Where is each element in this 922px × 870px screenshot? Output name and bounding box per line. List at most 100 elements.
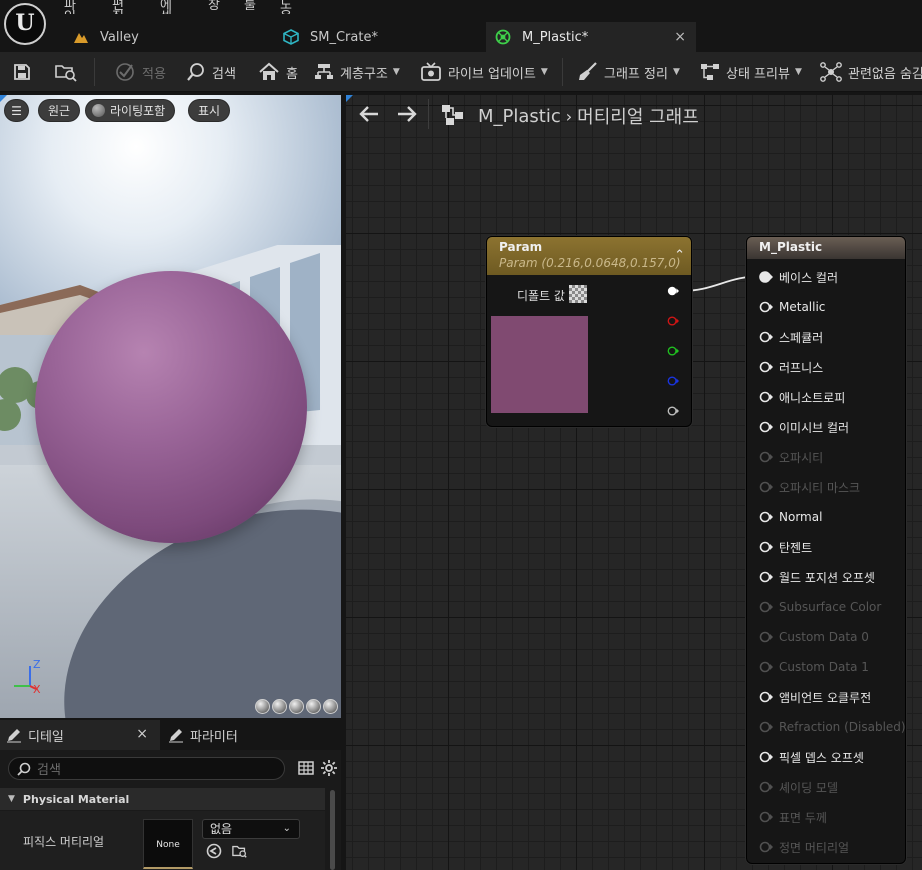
graph-cleanup-dropdown[interactable]: 그래프 정리 ▼ [578, 52, 680, 92]
apply-button[interactable]: 적용 [114, 52, 166, 92]
output-pin-r[interactable] [667, 315, 679, 327]
close-tab-icon[interactable]: × [674, 29, 686, 45]
material-input-row[interactable]: 탄젠트 [759, 537, 812, 557]
material-input-row[interactable]: 러프니스 [759, 357, 823, 377]
menu-help[interactable]: 도움말 [280, 0, 292, 14]
material-input-row[interactable]: 스페큘러 [759, 327, 823, 347]
cube-preview-icon[interactable] [306, 699, 321, 714]
input-pin-icon[interactable] [759, 331, 773, 343]
collapse-chevron-up-icon[interactable]: ⌃ [674, 248, 685, 263]
material-graph-canvas[interactable]: M_Plastic › 머티리얼 그래프 Param Param (0.216,… [346, 95, 922, 870]
material-input-row[interactable]: 앰비언트 오클루전 [759, 687, 871, 707]
unreal-logo-icon[interactable]: U [4, 3, 46, 45]
input-pin-icon[interactable] [759, 271, 773, 283]
input-pin-icon [759, 721, 773, 733]
input-pin-icon[interactable] [759, 361, 773, 373]
input-pin-icon[interactable] [759, 571, 773, 583]
details-scrollbar[interactable] [328, 788, 338, 870]
plane-preview-icon[interactable] [289, 699, 304, 714]
close-tab-icon[interactable]: × [136, 726, 148, 742]
perspective-button[interactable]: 원근 [38, 99, 81, 122]
node-tree-icon [701, 64, 719, 80]
material-input-row[interactable]: 월드 포지션 오프셋 [759, 567, 875, 587]
lighting-mode-button[interactable]: 라이팅포함 [85, 99, 176, 122]
hide-unrelated-button[interactable]: 관련없음 숨김 [820, 52, 922, 92]
menu-tools[interactable]: 툴 [244, 0, 256, 14]
input-pin-icon [759, 451, 773, 463]
material-input-row[interactable]: 이미시브 컬러 [759, 417, 849, 437]
tab-parameters[interactable]: 파라미터 [166, 720, 336, 750]
param-node[interactable]: Param Param (0.216,0.0648,0.157,0) ⌃ 디폴트… [486, 236, 692, 427]
tab-sm-crate[interactable]: SM_Crate* [274, 22, 484, 52]
cylinder-preview-icon[interactable] [255, 699, 270, 714]
output-pin-rgb[interactable] [667, 285, 679, 297]
viewport-options-button[interactable]: ☰ [4, 99, 29, 122]
input-pin-icon[interactable] [759, 421, 773, 433]
menu-file[interactable]: 파일 [64, 0, 76, 14]
input-pin-icon[interactable] [759, 541, 773, 553]
save-button[interactable] [12, 52, 38, 92]
material-input-row: 오파시티 마스크 [759, 477, 860, 497]
physics-material-dropdown[interactable]: 없음 ⌄ [202, 819, 300, 839]
tab-m-plastic[interactable]: M_Plastic* × [486, 22, 696, 52]
live-update-dropdown[interactable]: 라이브 업데이트 ▼ [420, 52, 548, 92]
use-selected-asset-icon[interactable] [206, 843, 222, 859]
material-node-header[interactable]: M_Plastic [747, 237, 905, 259]
material-input-row[interactable]: 애니소트로피 [759, 387, 845, 407]
state-preview-dropdown[interactable]: 상태 프리뷰 ▼ [700, 52, 802, 92]
hierarchy-dropdown[interactable]: 계층구조 ▼ [314, 52, 400, 92]
output-pin-a[interactable] [667, 405, 679, 417]
hamburger-menu-icon: ☰ [11, 103, 22, 118]
material-input-label: Subsurface Color [779, 600, 882, 614]
material-input-row[interactable]: Metallic [759, 297, 825, 317]
input-pin-icon[interactable] [759, 751, 773, 763]
material-input-row[interactable]: 베이스 컬러 [759, 267, 838, 287]
material-result-node[interactable]: M_Plastic 베이스 컬러 Metallic 스페큘러러프니스애니소트로피이미… [746, 236, 906, 864]
save-icon [14, 64, 30, 80]
output-pin-b[interactable] [667, 375, 679, 387]
color-picker-swatch[interactable] [569, 285, 587, 303]
settings-gear-icon[interactable] [320, 759, 338, 777]
input-pin-icon[interactable] [759, 691, 773, 703]
output-pin-g[interactable] [667, 345, 679, 357]
hierarchy-label: 계층구조 [340, 66, 388, 82]
table-view-icon[interactable] [297, 759, 315, 777]
material-input-row[interactable]: 픽셀 뎁스 오프셋 [759, 747, 864, 767]
material-input-label: 러프니스 [779, 360, 824, 375]
preview-shape-buttons [255, 699, 338, 714]
input-pin-icon[interactable] [759, 391, 773, 403]
search-label: 검색 [212, 66, 236, 82]
apply-label: 적용 [142, 66, 166, 82]
static-mesh-icon [282, 28, 300, 46]
material-input-label: 월드 포지션 오프셋 [779, 570, 875, 585]
menu-edit[interactable]: 편집 [112, 0, 124, 14]
menu-window[interactable]: 창 [208, 0, 220, 14]
toolbar: 적용 검색 홈 계층구조 ▼ 라이브 업데이트 ▼ 그래프 정리 ▼ 상태 프리… [0, 52, 922, 92]
material-input-row[interactable]: Normal [759, 507, 822, 527]
input-pin-icon [759, 601, 773, 613]
show-button[interactable]: 표시 [188, 99, 231, 122]
param-node-header[interactable]: Param Param (0.216,0.0648,0.157,0) ⌃ [487, 237, 691, 275]
title-bar: U 파일 편집 에셋 창 툴 도움말 Valley SM_Crate* M_Pl… [0, 0, 922, 52]
menu-asset[interactable]: 에셋 [160, 0, 172, 14]
category-physical-material[interactable]: ▼ Physical Material [0, 788, 325, 810]
state-preview-label: 상태 프리뷰 [726, 66, 790, 82]
browse-asset-button[interactable] [54, 52, 84, 92]
input-pin-icon[interactable] [759, 301, 773, 313]
input-pin-icon[interactable] [759, 511, 773, 523]
tab-valley[interactable]: Valley [62, 22, 272, 52]
browse-asset-icon[interactable] [232, 843, 248, 859]
home-button[interactable]: 홈 [258, 52, 298, 92]
details-search-input[interactable]: 검색 [8, 757, 285, 780]
material-input-row: Refraction (Disabled) [759, 717, 906, 737]
scrollbar-thumb[interactable] [330, 790, 335, 870]
sphere-preview-icon[interactable] [272, 699, 287, 714]
tab-parameters-label: 파라미터 [190, 729, 238, 745]
tab-details[interactable]: 디테일 × [0, 720, 160, 750]
lighting-label: 라이팅포함 [110, 104, 166, 118]
teapot-preview-icon[interactable] [323, 699, 338, 714]
material-preview-viewport[interactable]: ☰ 원근 라이팅포함 표시 Z X [0, 95, 341, 718]
search-button[interactable]: 검색 [186, 52, 236, 92]
input-pin-icon [759, 811, 773, 823]
asset-thumbnail[interactable]: None [143, 819, 193, 869]
